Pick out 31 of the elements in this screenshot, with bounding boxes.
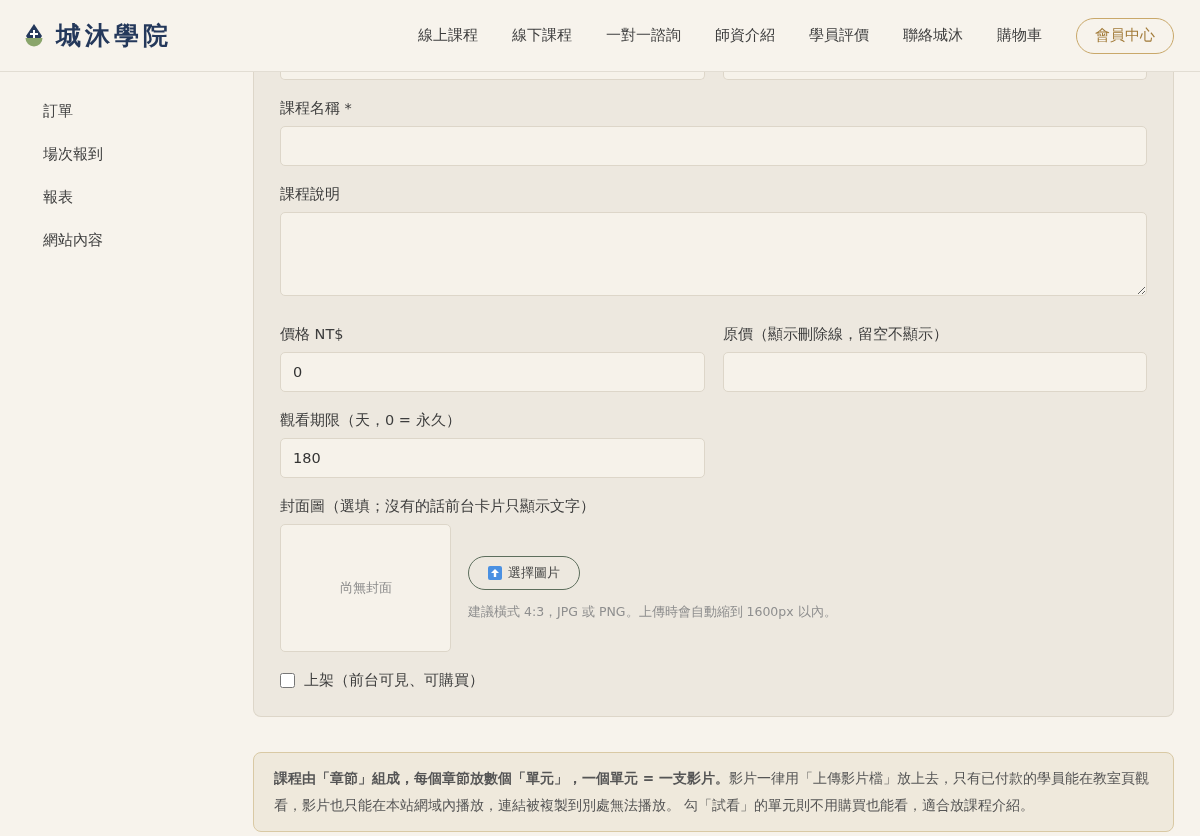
publish-checkbox[interactable]	[280, 672, 295, 688]
hint-text: 建議橫式 4:3，JPG 或 PNG。上傳時會自動縮到 1600px 以內。	[468, 603, 837, 621]
viewing-period-field[interactable]: 180	[280, 438, 705, 478]
info-note: 課程由「章節」組成，每個章節放數個「單元」，一個單元 = 一支影片。影片一律用「上傳影片檔」放上去，只有已付款的學員能在教室頁觀看，影片也只能在本站網域內播放，連結被複製到別處無法播放。 勾「試看」的單元則不用購買也能看，適合放課程介紹。	[253, 752, 1174, 832]
sidebar-item[interactable]: 場次報到	[43, 143, 253, 165]
field-label: 課程名稱 *	[280, 99, 353, 118]
sidebar-item[interactable]: 訂單	[43, 100, 253, 122]
site-logo[interactable]: 城沐學院	[56, 19, 172, 52]
field-label: 價格 NT$	[280, 325, 345, 344]
nav-link[interactable]: 購物車	[997, 26, 1042, 45]
field-label: 課程說明	[280, 185, 341, 204]
input-field[interactable]	[280, 72, 705, 80]
course-description-field[interactable]	[280, 212, 1147, 296]
sidebar-item[interactable]: 報表	[43, 186, 253, 208]
nav-link[interactable]: 一對一諮詢	[606, 26, 681, 45]
sidebar-item[interactable]: 網站內容	[43, 229, 253, 251]
nav-link[interactable]: 線上課程	[418, 26, 478, 45]
field-label: 原價（顯示刪除線，留空不顯示）	[722, 325, 949, 344]
checkbox-label: 上架（前台可見、可購買）	[304, 671, 484, 690]
nav-link[interactable]: 線下課程	[512, 26, 572, 45]
upload-arrow-icon	[488, 565, 502, 580]
nav-link[interactable]: 師資介紹	[715, 26, 775, 45]
nav-link[interactable]: 學員評價	[809, 26, 869, 45]
field-label: 封面圖（選填；沒有的話前台卡片只顯示文字）	[280, 497, 596, 516]
original-price-field[interactable]	[722, 352, 1147, 392]
nav-link[interactable]: 聯絡城沐	[903, 26, 963, 45]
input-field[interactable]	[722, 72, 1147, 80]
course-name-field[interactable]	[280, 126, 1147, 166]
field-label: 觀看期限（天，0 = 永久）	[280, 411, 462, 430]
price-field[interactable]: 0	[280, 352, 705, 392]
logo-drop-icon	[24, 23, 44, 48]
